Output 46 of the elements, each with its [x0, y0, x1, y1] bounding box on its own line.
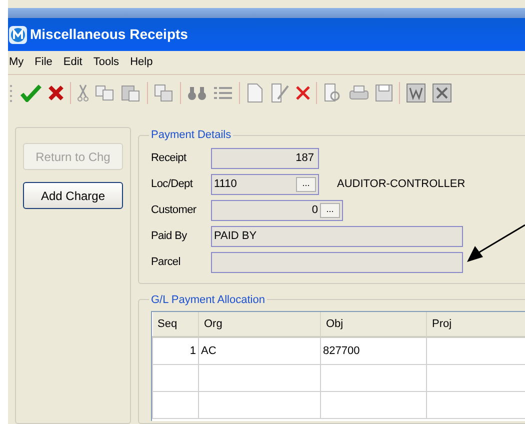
cancel-icon[interactable] — [48, 84, 64, 100]
list-icon[interactable] — [213, 84, 233, 100]
field-label: Customer — [151, 202, 198, 218]
annotation-arrow — [465, 224, 525, 264]
menu-item[interactable]: Tools — [93, 54, 120, 71]
save-icon[interactable] — [375, 84, 393, 102]
cut-icon[interactable] — [77, 84, 89, 102]
field-label: Paid By — [151, 228, 188, 244]
paste-icon[interactable] — [121, 84, 141, 102]
table-cell: 827700 — [323, 344, 360, 356]
column-header[interactable]: Seq — [152, 312, 198, 337]
menu-item[interactable]: My — [9, 54, 24, 71]
field-label: Receipt — [151, 150, 188, 166]
field-label: Parcel — [151, 254, 182, 270]
input-field[interactable]: PAID BY — [211, 226, 463, 246]
document-icon[interactable] — [154, 84, 174, 102]
new-document-icon[interactable] — [246, 82, 264, 102]
input-field[interactable]: 1110 ... — [211, 174, 319, 194]
printer-icon[interactable] — [349, 84, 369, 100]
spreadsheet-export-icon[interactable] — [432, 82, 452, 102]
word-export-icon[interactable] — [406, 82, 426, 102]
copy-icon[interactable] — [95, 84, 115, 100]
column-header[interactable]: Proj — [426, 312, 525, 337]
column-header[interactable]: Org — [198, 312, 320, 337]
toolbar-grip-icon — [10, 82, 14, 102]
input-field[interactable]: 0 ... — [211, 200, 343, 220]
input-field[interactable]: 187 — [211, 148, 319, 168]
table-cell: 1 — [190, 344, 196, 356]
lookup-button[interactable]: ... — [320, 202, 340, 218]
department-name: AUDITOR-CONTROLLER — [337, 176, 466, 192]
side-button[interactable]: Add Charge — [23, 182, 123, 209]
input-field[interactable] — [211, 252, 463, 272]
window-title: Miscellaneous Receipts — [30, 25, 188, 44]
checkmark-icon[interactable] — [20, 84, 42, 102]
menu-item[interactable]: Help — [130, 54, 153, 71]
menu-item[interactable]: File — [34, 54, 52, 71]
column-header[interactable]: Obj — [320, 312, 426, 337]
menu-item[interactable]: Edit — [63, 54, 82, 71]
app-logo-icon — [9, 26, 27, 44]
edit-document-icon[interactable] — [270, 82, 290, 102]
field-label: Loc/Dept — [151, 176, 194, 192]
delete-icon[interactable] — [296, 86, 310, 100]
group-title: Payment Details — [150, 128, 232, 143]
lookup-button[interactable]: ... — [296, 176, 316, 192]
group-title: G/L Payment Allocation — [150, 292, 266, 308]
table-cell: AC — [201, 344, 216, 356]
